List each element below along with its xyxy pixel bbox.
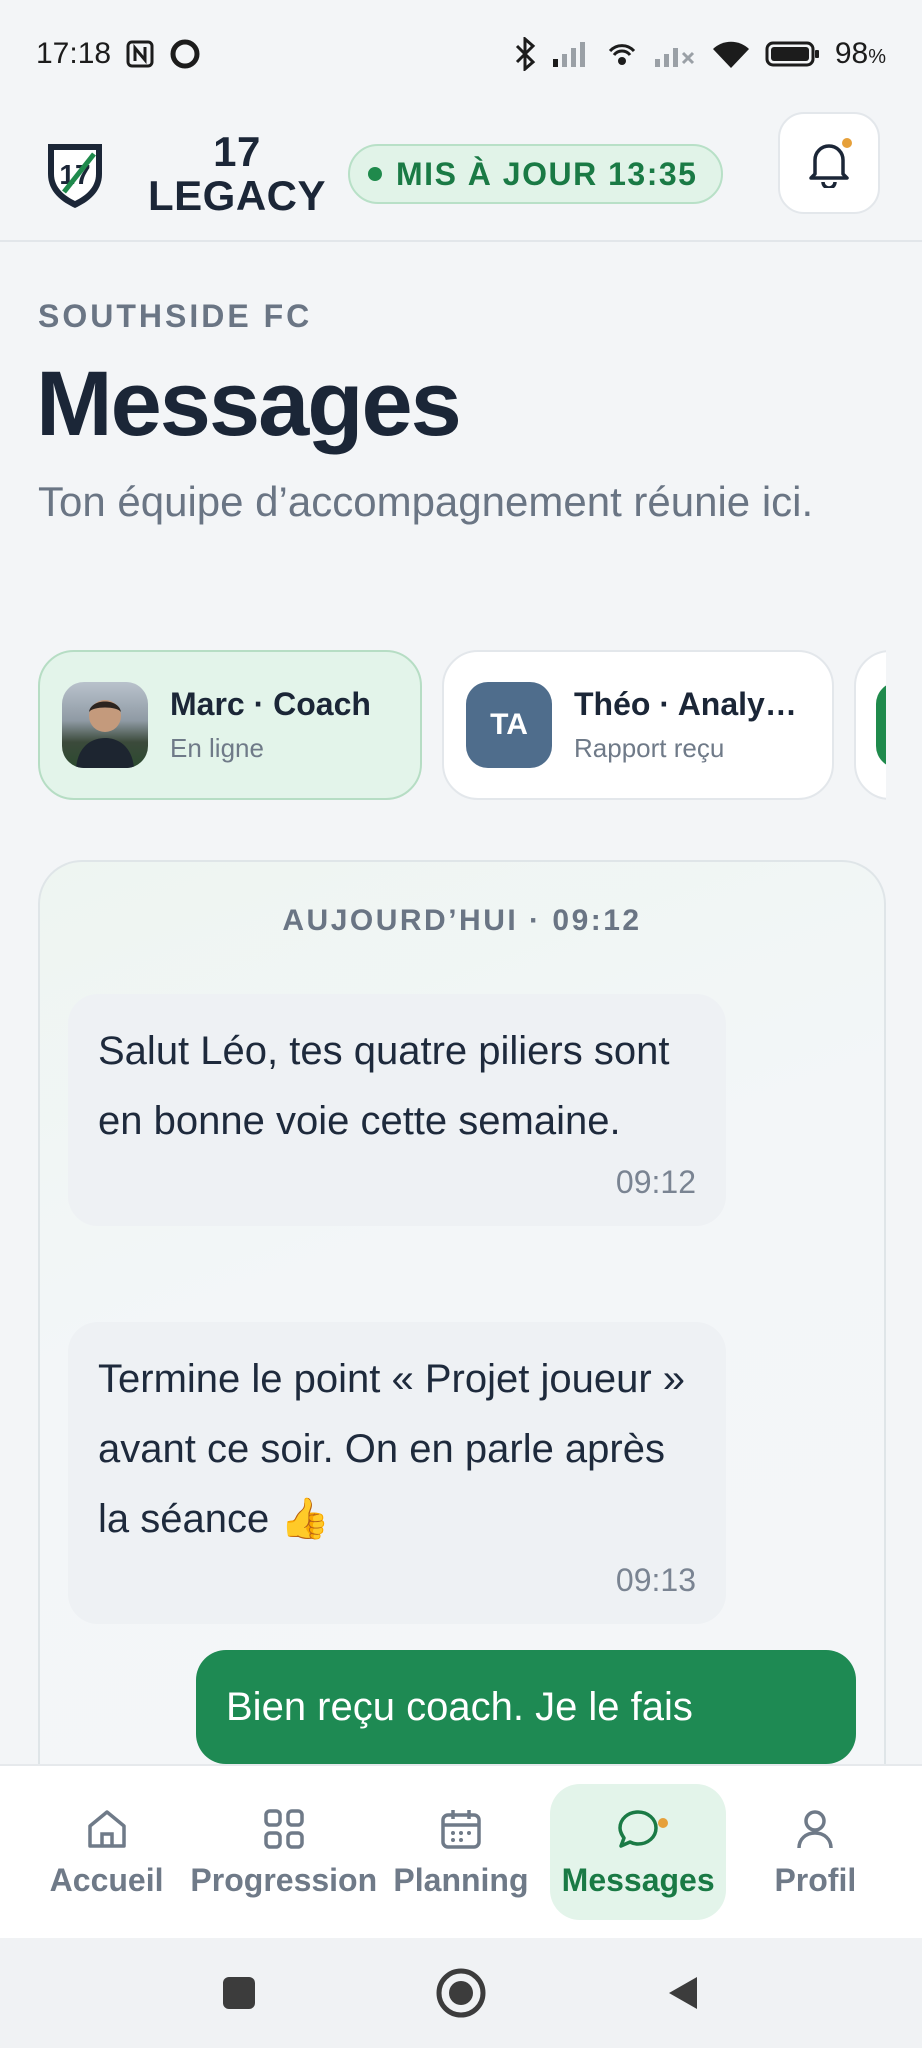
- nav-label: Messages: [561, 1861, 715, 1898]
- back-button[interactable]: [663, 1973, 703, 2013]
- nfc-icon: [125, 39, 155, 69]
- contact-name: Marc · Coach: [170, 686, 371, 722]
- contact-status: Rapport reçu: [574, 733, 725, 763]
- battery-icon: [765, 40, 821, 68]
- nav-item-profil[interactable]: Profil: [727, 1784, 903, 1920]
- hotspot-icon: [605, 37, 639, 71]
- bluetooth-icon: [513, 37, 537, 71]
- user-icon: [797, 1809, 834, 1848]
- avatar: [876, 682, 886, 768]
- record-icon: [169, 38, 201, 70]
- contact-status: En ligne: [170, 733, 264, 763]
- nav-label: Accueil: [49, 1861, 164, 1898]
- contact-name: Théo · Analyste: [574, 686, 810, 722]
- message-bubble-incoming[interactable]: Termine le point « Projet joueur » avant…: [68, 1322, 726, 1624]
- status-time: 17:18: [36, 37, 112, 70]
- message-text: Bien reçu coach. Je le fais: [226, 1685, 693, 1729]
- battery-level: 98%: [834, 37, 886, 70]
- nav-item-accueil[interactable]: Accueil: [19, 1784, 195, 1920]
- brand-line2: LEGACY: [148, 172, 327, 219]
- grid-icon: [264, 1808, 304, 1849]
- chat-thread[interactable]: AUJOURD’HUI · 09:12 Salut Léo, tes quatr…: [38, 860, 886, 1860]
- bottom-navigation: Accueil Progression Planning Messages Pr…: [0, 1764, 922, 1938]
- message-time: 09:13: [615, 1562, 696, 1598]
- update-status-pill: MIS À JOUR 13:35: [348, 144, 724, 204]
- avatar: [62, 682, 148, 768]
- contact-card-partial[interactable]: [854, 650, 886, 800]
- nav-item-progression[interactable]: Progression: [190, 1784, 377, 1920]
- message-text: Termine le point « Projet joueur » avant…: [98, 1357, 685, 1541]
- signal-icon: [551, 39, 591, 69]
- message-text: Salut Léo, tes quatre piliers sont en bo…: [98, 1029, 670, 1143]
- nav-label: Profil: [774, 1861, 857, 1898]
- page-subtitle: Ton équipe d’accompagnement réunie ici.: [38, 478, 814, 525]
- signal-weak-icon: [653, 39, 697, 69]
- calendar-icon: [441, 1809, 481, 1849]
- avatar: TA: [466, 682, 552, 768]
- notification-badge: [842, 138, 852, 148]
- message-bubble-outgoing[interactable]: Bien reçu coach. Je le fais: [196, 1650, 856, 1764]
- unread-badge: [658, 1818, 669, 1828]
- live-dot-icon: [368, 167, 383, 181]
- message-bubble-incoming[interactable]: Salut Léo, tes quatre piliers sont en bo…: [68, 994, 726, 1226]
- update-label: MIS À JOUR 13:35: [396, 155, 698, 192]
- brand-line1: 17: [213, 128, 261, 175]
- home-icon: [87, 1809, 126, 1848]
- contact-card-analyst[interactable]: TA Théo · Analyste Rapport reçu: [442, 650, 834, 800]
- page-title: Messages: [36, 353, 462, 455]
- home-button[interactable]: [435, 1967, 487, 2019]
- nav-item-messages[interactable]: Messages: [550, 1784, 727, 1920]
- contact-carousel[interactable]: Marc · Coach En ligne TA Théo · Analyste…: [38, 650, 886, 800]
- nav-item-planning[interactable]: Planning: [373, 1784, 549, 1920]
- day-separator: AUJOURD’HUI · 09:12: [282, 904, 642, 937]
- recent-apps-button[interactable]: [219, 1973, 259, 2013]
- contact-card-coach[interactable]: Marc · Coach En ligne: [38, 650, 422, 800]
- notifications-button[interactable]: [778, 112, 880, 214]
- nav-label: Planning: [393, 1861, 529, 1898]
- message-time: 09:12: [615, 1164, 696, 1200]
- team-name: SOUTHSIDE FC: [38, 298, 313, 334]
- chat-bubble-icon: [618, 1809, 658, 1848]
- wifi-icon: [711, 38, 751, 70]
- system-navigation-bar: [0, 1938, 922, 2048]
- nav-label: Progression: [190, 1861, 378, 1898]
- brand-name: 17 LEGACY: [148, 130, 326, 218]
- status-bar: 17:18 98%: [0, 0, 922, 108]
- club-logo-icon[interactable]: 17: [42, 138, 108, 210]
